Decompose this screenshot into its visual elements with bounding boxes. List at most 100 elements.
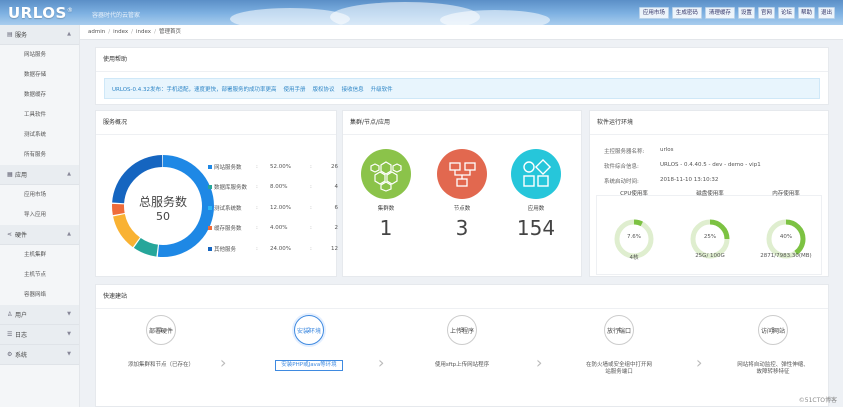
slogan: 容器时代的云管家 — [92, 12, 141, 19]
legend-item: 数据库服务数:8.00%:4 — [208, 183, 338, 191]
chevron-right-icon: › — [696, 353, 703, 372]
overview-title: 服务概况 — [96, 111, 336, 135]
sidebar-item-test-systems[interactable]: 测试系统 — [0, 125, 79, 145]
network-icon — [449, 162, 476, 187]
environment-title: 软件运行环境 — [590, 111, 828, 135]
memory-usage: 2871/7983.30(MB) — [760, 253, 812, 259]
sidebar-group-logs[interactable]: ☰ 日志 ▼ — [0, 325, 79, 345]
server-icon: ▤ — [7, 31, 13, 38]
disk-usage: 25G/ 100G — [695, 253, 725, 259]
cpu-gauge-title: CPU使用率 — [620, 191, 648, 197]
sidebar-item-host-cluster[interactable]: 主机集群 — [0, 245, 79, 265]
cluster-title: 集群/节点/应用 — [343, 111, 581, 135]
breadcrumb: admin / index / index / 管理首页 — [80, 25, 843, 40]
chevron-up-icon: ▲ — [67, 31, 71, 37]
legend-swatch — [208, 226, 212, 230]
step-open-port[interactable]: 4 放行端口 在防火墙或安全组中打开网站服务端口 — [554, 315, 684, 376]
chevron-down-icon: ▼ — [67, 331, 71, 337]
legend-swatch — [208, 185, 212, 189]
node-count-label: 节点数 — [453, 206, 471, 212]
memory-gauge-value: 40% — [779, 234, 793, 240]
cluster-count-label: 集群数 — [377, 206, 395, 212]
breadcrumb-item[interactable]: index — [136, 29, 151, 35]
hexagon-icon — [370, 161, 402, 192]
app-market-button[interactable]: 应用市场 — [638, 7, 669, 19]
chevron-up-icon: ▲ — [67, 231, 71, 237]
help-title: 使用帮助 — [96, 48, 828, 72]
sidebar-group-hardware[interactable]: ⋖ 硬件 ▲ — [0, 225, 79, 245]
sidebar-item-data-storage[interactable]: 数据存储 — [0, 65, 79, 85]
cluster-stat-circle[interactable] — [361, 149, 411, 199]
cloud-decoration — [440, 10, 550, 25]
forum-button[interactable]: 论坛 — [777, 7, 795, 19]
sidebar-item-container-network[interactable]: 容器网络 — [0, 285, 79, 305]
donut-center-value: 50 — [156, 210, 170, 223]
app-count-label: 应用数 — [527, 206, 545, 212]
sidebar-group-apps[interactable]: ▦ 应用 ▲ — [0, 165, 79, 185]
upgrade-link[interactable]: 升级软件 — [371, 85, 393, 93]
release-note-link[interactable]: URLOS-0.4.32发布：手机适配，速度更快，部署服务的成功率更高 — [112, 85, 277, 93]
legend-item: 测试系统数:12.00%:6 — [208, 204, 338, 212]
help-notice: URLOS-0.4.32发布：手机适配，速度更快，部署服务的成功率更高 使用手册… — [104, 78, 820, 99]
service-overview-card: 服务概况 总服务数 50 网站服务数:52.00%:26 数据库服务数:8.00… — [95, 110, 338, 277]
receive-info-link[interactable]: 接收信息 — [342, 85, 364, 93]
env-row: 主控服务器名称: urlos — [604, 147, 674, 155]
sidebar-group-users[interactable]: ♙ 用户 ▼ — [0, 305, 79, 325]
sidebar-item-app-market[interactable]: 应用市场 — [0, 185, 79, 205]
sidebar-item-host-node[interactable]: 主机节点 — [0, 265, 79, 285]
apps-icon — [523, 158, 552, 187]
quick-build-card: 快速建站 1 部署硬件 添加集群和节点（已存在） › 2 安装环境 安装PHP或… — [95, 284, 829, 407]
legend-item: 缓存服务数:4.00%:2 — [208, 224, 338, 232]
chevron-down-icon: ▼ — [67, 351, 71, 357]
log-icon: ☰ — [7, 331, 13, 338]
legend-item: 网站服务数:52.00%:26 — [208, 163, 338, 171]
license-link[interactable]: 版权协议 — [313, 85, 335, 93]
chevron-right-icon: › — [220, 353, 227, 372]
step-upload-program[interactable]: 3 上传程序 使用sftp上传网站程序 — [397, 315, 527, 369]
website-button[interactable]: 官网 — [757, 7, 775, 19]
clear-cache-button[interactable]: 清理缓存 — [704, 7, 735, 19]
system-icon: ⚙ — [7, 351, 13, 358]
env-row: 软件综合信息: URLOS - 0.4.40.5 - dev - demo - v… — [604, 162, 761, 170]
chevron-down-icon: ▼ — [67, 311, 71, 317]
sidebar-item-website-services[interactable]: 网站服务 — [0, 45, 79, 65]
logo[interactable]: URLOS® — [8, 4, 73, 22]
sidebar-item-tools[interactable]: 工具软件 — [0, 105, 79, 125]
cluster-card: 集群/节点/应用 集群数 1 节点数 3 应用数 154 — [342, 110, 582, 277]
disk-gauge-value: 25% — [703, 234, 717, 240]
chevron-right-icon: › — [536, 353, 543, 372]
hardware-icon: ⋖ — [7, 231, 13, 238]
install-env-button[interactable]: 安装PHP或Java等环境 — [275, 360, 343, 371]
legend-swatch — [208, 247, 212, 251]
node-stat-circle[interactable] — [437, 149, 487, 199]
sidebar-group-services[interactable]: ▤ 服务 ▲ — [0, 25, 79, 45]
quick-build-title: 快速建站 — [96, 285, 828, 309]
settings-button[interactable]: 设置 — [737, 7, 755, 19]
sidebar-item-import-app[interactable]: 导入应用 — [0, 205, 79, 225]
app-icon: ▦ — [7, 171, 13, 178]
sidebar-group-system[interactable]: ⚙ 系统 ▼ — [0, 345, 79, 365]
step-install-env[interactable]: 2 安装环境 安装PHP或Java等环境 — [244, 315, 374, 371]
cpu-cores: 4核 — [629, 255, 639, 261]
quick-build-steps: 1 部署硬件 添加集群和节点（已存在） › 2 安装环境 安装PHP或Java等… — [96, 315, 828, 383]
logout-button[interactable]: 退出 — [817, 7, 835, 19]
chevron-up-icon: ▲ — [67, 171, 71, 177]
app-stat-circle[interactable] — [511, 149, 561, 199]
breadcrumb-current: 管理首页 — [158, 29, 181, 35]
step-visit-site[interactable]: 5 访问网站 网站将自动监控、弹性伸缩、故障转移特征 — [708, 315, 838, 376]
sidebar: ▤ 服务 ▲ 网站服务 数据存储 数据缓存 工具软件 测试系统 所有服务 ▦ 应用 ▲ … — [0, 25, 80, 407]
app-count-value: 154 — [516, 216, 556, 240]
environment-card: 软件运行环境 主控服务器名称: urlos 软件综合信息: URLOS - 0.4.… — [589, 110, 829, 277]
sidebar-item-all-services[interactable]: 所有服务 — [0, 145, 79, 165]
sidebar-item-data-cache[interactable]: 数据缓存 — [0, 85, 79, 105]
step-deploy-hardware[interactable]: 1 部署硬件 添加集群和节点（已存在） — [96, 315, 226, 369]
help-button[interactable]: 帮助 — [797, 7, 815, 19]
cpu-gauge-value: 7.6% — [627, 234, 641, 240]
manual-link[interactable]: 使用手册 — [284, 85, 306, 93]
top-header: URLOS® 容器时代的云管家 应用市场 生成密码 清理缓存 设置 官网 论坛 … — [0, 0, 843, 25]
breadcrumb-item[interactable]: admin — [88, 29, 105, 35]
generate-password-button[interactable]: 生成密码 — [671, 7, 702, 19]
breadcrumb-item[interactable]: index — [113, 29, 128, 35]
chevron-right-icon: › — [378, 353, 385, 372]
header-buttons: 应用市场 生成密码 清理缓存 设置 官网 论坛 帮助 退出 — [638, 7, 835, 19]
